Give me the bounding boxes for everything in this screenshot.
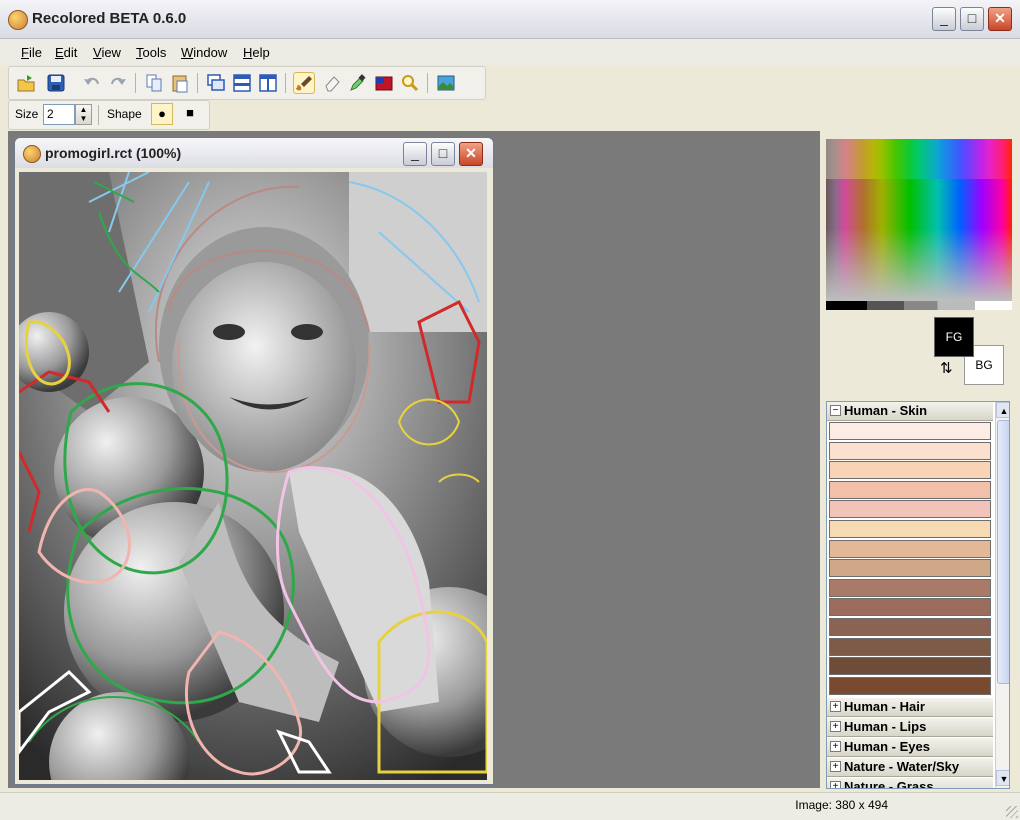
toolbar-separator — [427, 73, 428, 93]
skin-color-swatch[interactable] — [829, 500, 991, 519]
close-button[interactable]: ✕ — [988, 7, 1012, 31]
save-icon[interactable] — [45, 72, 67, 94]
color-picker[interactable] — [826, 139, 1012, 310]
size-input[interactable]: 2 — [43, 104, 75, 125]
skin-color-swatch[interactable] — [829, 598, 991, 617]
document-close-button[interactable]: ✕ — [459, 142, 483, 166]
tile-horizontal-icon[interactable] — [231, 72, 253, 94]
preview-icon[interactable] — [435, 72, 457, 94]
image-size-status: Image: 380 x 494 — [795, 798, 888, 812]
grayscale-strip[interactable] — [826, 301, 1012, 310]
right-panel: BG FG ⇅ − Human - Skin + Human - Hair + … — [822, 131, 1014, 789]
redo-icon[interactable] — [107, 72, 129, 94]
color-fill-icon[interactable] — [373, 72, 395, 94]
scroll-up-icon[interactable]: ▲ — [996, 402, 1009, 418]
expand-icon[interactable]: + — [830, 761, 841, 772]
expand-icon[interactable]: + — [830, 741, 841, 752]
menu-window[interactable]: Window — [181, 45, 227, 60]
document-maximize-button[interactable]: □ — [431, 142, 455, 166]
collapse-icon[interactable]: − — [830, 405, 841, 416]
options-separator — [98, 105, 99, 125]
menu-tools[interactable]: Tools — [136, 45, 166, 60]
menu-help[interactable]: Help — [243, 45, 270, 60]
expand-icon[interactable]: + — [830, 701, 841, 712]
recolor-canvas-drawing — [19, 172, 487, 780]
app-title: Recolored BETA 0.6.0 — [32, 10, 187, 27]
menu-bar: File Edit View Tools Window Help — [0, 39, 1020, 65]
expand-icon[interactable]: + — [830, 721, 841, 732]
category-label: Human - Hair — [844, 699, 925, 714]
main-toolbar — [8, 66, 486, 100]
toolbar-separator — [135, 73, 136, 93]
skin-color-swatch[interactable] — [829, 461, 991, 480]
document-minimize-button[interactable]: _ — [403, 142, 427, 166]
category-label: Human - Skin — [844, 403, 928, 418]
image-canvas[interactable] — [19, 172, 487, 780]
menu-file[interactable]: File — [21, 45, 42, 60]
minimize-button[interactable]: _ — [932, 7, 956, 31]
shape-label: Shape — [107, 107, 142, 121]
title-bar: Recolored BETA 0.6.0 _ □ ✕ — [0, 0, 1020, 39]
skin-color-swatch[interactable] — [829, 637, 991, 656]
menu-view[interactable]: View — [93, 45, 121, 60]
category-label: Nature - Grass — [844, 779, 934, 789]
tile-vertical-icon[interactable] — [257, 72, 279, 94]
skin-color-swatch[interactable] — [829, 539, 991, 558]
document-title-bar: promogirl.rct (100%) _ □ ✕ — [15, 138, 493, 168]
document-icon — [23, 145, 41, 163]
category-human-eyes[interactable]: + Human - Eyes — [827, 738, 993, 757]
options-bar: Size 2 ▲ ▼ Shape ● ■ — [8, 100, 210, 130]
copy-icon[interactable] — [143, 72, 165, 94]
skin-color-swatch[interactable] — [829, 441, 991, 460]
scroll-down-icon[interactable]: ▼ — [996, 770, 1009, 786]
maximize-button[interactable]: □ — [960, 7, 984, 31]
skin-color-swatch[interactable] — [829, 480, 991, 499]
color-spectrum-highlight — [826, 139, 1012, 179]
shape-square-button[interactable]: ■ — [179, 103, 201, 125]
expand-icon[interactable]: + — [830, 781, 841, 788]
category-human-skin[interactable]: − Human - Skin — [827, 402, 993, 421]
category-label: Human - Lips — [844, 719, 927, 734]
category-human-hair[interactable]: + Human - Hair — [827, 698, 993, 717]
category-label: Nature - Water/Sky — [844, 759, 960, 774]
palette-list: − Human - Skin + Human - Hair + Human - … — [826, 401, 1010, 789]
document-window: promogirl.rct (100%) _ □ ✕ — [14, 137, 494, 785]
size-value: 2 — [47, 107, 54, 121]
app-icon — [8, 10, 28, 30]
shape-circle-button[interactable]: ● — [151, 103, 173, 125]
size-label: Size — [15, 107, 39, 121]
brush-icon[interactable] — [293, 72, 315, 94]
zoom-icon[interactable] — [399, 72, 421, 94]
toolbar-separator — [197, 73, 198, 93]
status-bar: Image: 380 x 494 — [0, 792, 1020, 820]
toolbar-separator — [285, 73, 286, 93]
skin-color-swatch[interactable] — [829, 559, 991, 578]
resize-grip-icon[interactable] — [1006, 806, 1018, 818]
document-title: promogirl.rct (100%) — [45, 145, 182, 161]
category-nature-grass[interactable]: + Nature - Grass — [827, 778, 993, 789]
menu-edit[interactable]: Edit — [55, 45, 77, 60]
category-human-lips[interactable]: + Human - Lips — [827, 718, 993, 737]
size-stepper[interactable]: ▲ ▼ — [75, 104, 92, 125]
eraser-icon[interactable] — [321, 72, 343, 94]
skin-color-swatch[interactable] — [829, 520, 991, 538]
scroll-thumb[interactable] — [997, 420, 1009, 684]
skin-color-swatch[interactable] — [829, 676, 991, 695]
fg-bg-colors: BG FG ⇅ — [934, 317, 1004, 387]
category-nature-water-sky[interactable]: + Nature - Water/Sky — [827, 758, 993, 777]
foreground-color-swatch[interactable]: FG — [934, 317, 974, 357]
skin-color-swatch[interactable] — [829, 578, 991, 597]
category-label: Human - Eyes — [844, 739, 930, 754]
skin-color-swatch[interactable] — [829, 422, 991, 440]
undo-icon[interactable] — [81, 72, 103, 94]
cascade-icon[interactable] — [205, 72, 227, 94]
skin-color-swatch[interactable] — [829, 657, 991, 676]
skin-color-swatch[interactable] — [829, 618, 991, 636]
open-icon[interactable] — [15, 72, 37, 94]
paste-icon[interactable] — [169, 72, 191, 94]
eyedropper-icon[interactable] — [347, 72, 369, 94]
swap-colors-icon[interactable]: ⇅ — [940, 359, 953, 377]
palette-scrollbar[interactable]: ▲ ▼ — [995, 402, 1009, 788]
